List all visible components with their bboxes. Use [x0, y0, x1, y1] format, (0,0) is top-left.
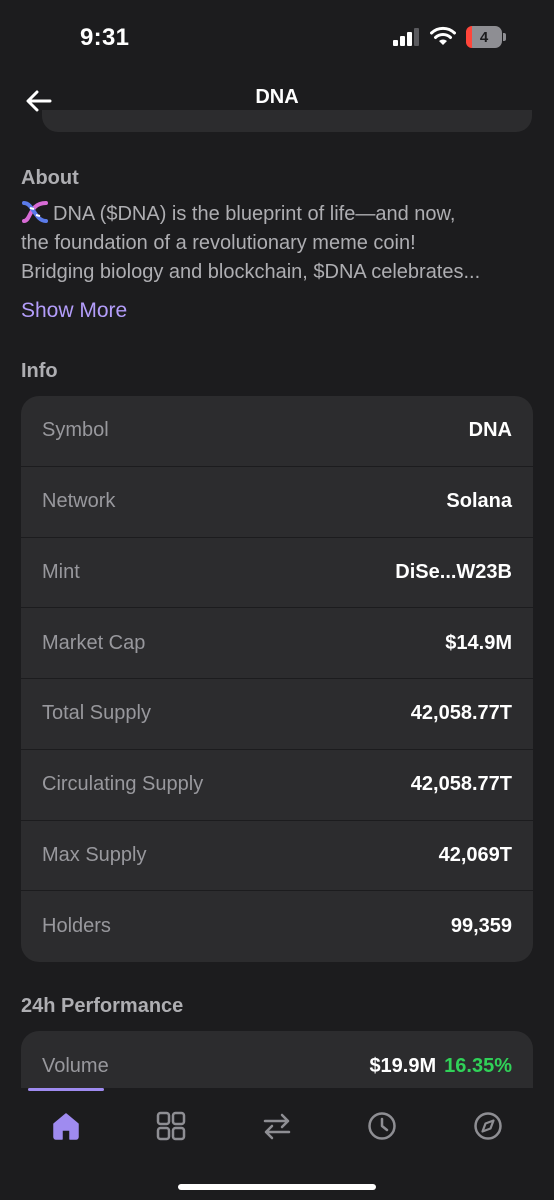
info-row-network: Network Solana: [21, 467, 533, 538]
home-indicator[interactable]: [178, 1184, 376, 1190]
info-label: Holders: [42, 915, 111, 938]
info-row-symbol: Symbol DNA: [21, 396, 533, 467]
swap-icon: [263, 1113, 291, 1140]
info-row-holders: Holders 99,359: [21, 891, 533, 962]
performance-heading: 24h Performance: [21, 995, 184, 1017]
info-label: Total Supply: [42, 702, 151, 725]
tab-collectibles[interactable]: [149, 1106, 193, 1146]
about-line-1-text: DNA ($DNA) is the blueprint of life—and …: [53, 203, 456, 225]
info-label: Circulating Supply: [42, 773, 204, 796]
info-value: 99,359: [450, 915, 512, 938]
info-value: 42,069T: [438, 843, 512, 866]
dna-icon: [22, 201, 48, 223]
status-time: 9:31: [80, 24, 130, 51]
battery-icon: 4: [466, 26, 506, 48]
wifi-icon: [430, 26, 456, 45]
volume-value: $19.9M: [369, 1054, 437, 1077]
about-line-3: Bridging biology and blockchain, $DNA ce…: [21, 261, 481, 283]
info-value: Solana: [446, 490, 512, 513]
info-heading: Info: [21, 360, 58, 382]
info-value: $14.9M: [445, 631, 512, 654]
cellular-signal-icon: [393, 28, 419, 46]
volume-values: $19.9M 16.35%: [369, 1055, 512, 1078]
home-icon: [53, 1113, 79, 1140]
tab-activity[interactable]: [360, 1106, 404, 1146]
about-description: DNA ($DNA) is the blueprint of life—and …: [21, 200, 536, 287]
info-label: Symbol: [42, 419, 109, 442]
about-line-1: DNA ($DNA) is the blueprint of life—and …: [21, 200, 536, 229]
info-row-total-supply: Total Supply 42,058.77T: [21, 679, 533, 750]
grid-icon: [156, 1111, 186, 1141]
battery-level: 4: [479, 28, 489, 46]
info-label: Max Supply: [42, 843, 147, 866]
info-row-mint[interactable]: Mint DiSe...W23B: [21, 538, 533, 609]
tab-swap[interactable]: [255, 1106, 299, 1146]
about-line-2: the foundation of a revolutionary meme c…: [21, 232, 416, 254]
status-bar: 9:31 4: [0, 0, 554, 76]
compass-icon: [474, 1112, 502, 1140]
info-row-market-cap: Market Cap $14.9M: [21, 608, 533, 679]
clock-icon: [368, 1112, 396, 1140]
info-value: 42,058.77T: [410, 702, 512, 725]
info-row-max-supply: Max Supply 42,069T: [21, 821, 533, 892]
mint-address[interactable]: DiSe...W23B: [395, 561, 512, 584]
info-value: 42,058.77T: [410, 773, 512, 796]
page-title: DNA: [255, 86, 299, 108]
previous-card-edge: [42, 110, 532, 132]
info-label: Market Cap: [42, 631, 146, 654]
info-label: Mint: [42, 560, 80, 583]
tab-explore[interactable]: [466, 1106, 510, 1146]
active-tab-indicator: [28, 1088, 104, 1091]
show-more-link[interactable]: Show More: [21, 299, 127, 323]
tab-home[interactable]: [44, 1106, 88, 1146]
about-heading: About: [21, 167, 79, 189]
info-label: Network: [42, 490, 116, 513]
screen: 9:31 4 DNA About DNA ($DNA) is the bluep…: [0, 0, 554, 1200]
info-row-circulating-supply: Circulating Supply 42,058.77T: [21, 750, 533, 821]
volume-change: 16.35%: [444, 1054, 512, 1077]
info-card: Symbol DNA Network Solana Mint DiSe...W2…: [21, 396, 533, 962]
volume-label: Volume: [42, 1054, 109, 1077]
info-value: DNA: [468, 419, 512, 442]
